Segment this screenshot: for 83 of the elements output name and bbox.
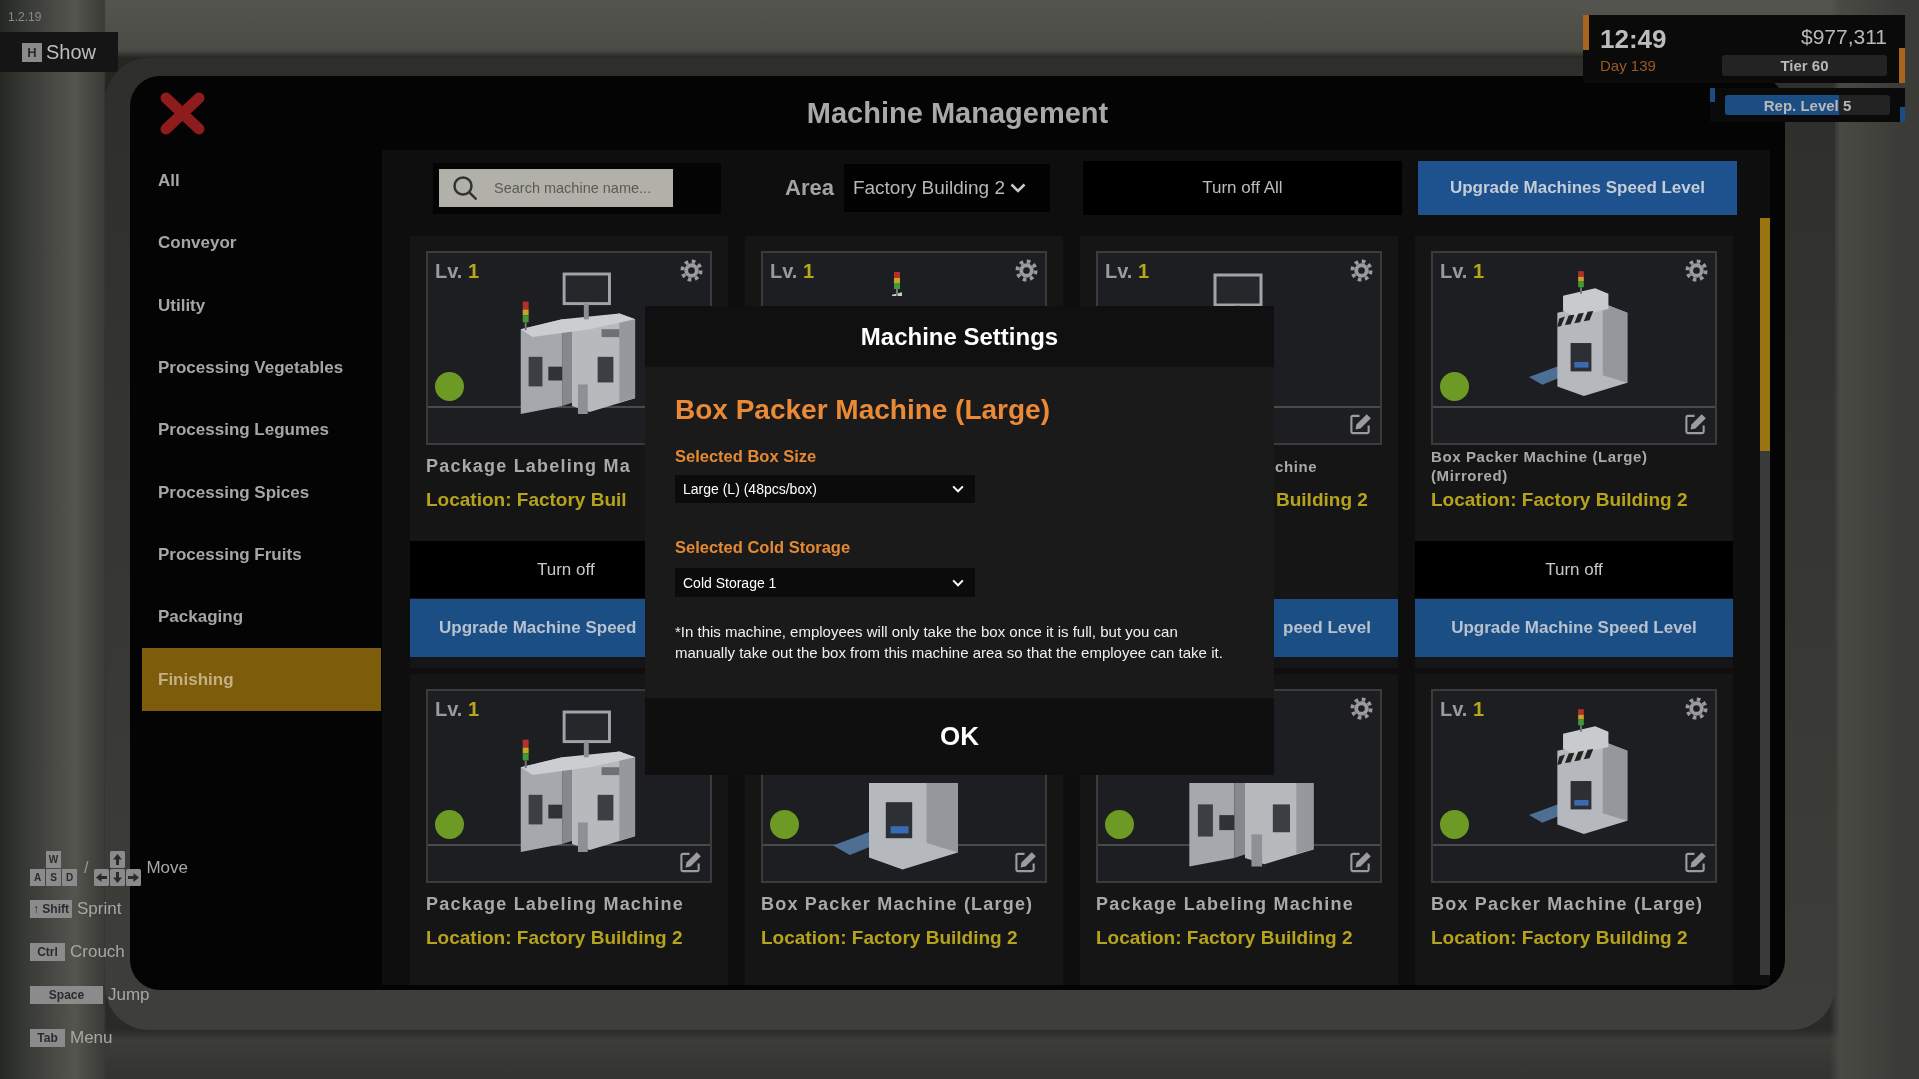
- level-label: Lv. 1: [1440, 698, 1485, 721]
- show-button[interactable]: H Show: [0, 32, 118, 72]
- ok-button[interactable]: OK: [645, 698, 1274, 775]
- gear-icon[interactable]: [680, 259, 703, 282]
- day-counter: Day 139: [1600, 57, 1657, 74]
- search-field[interactable]: Search machine name...: [439, 168, 673, 207]
- toolbar-button[interactable]: Turn off All: [1082, 161, 1402, 215]
- version-text: 1.2.19: [8, 10, 42, 24]
- level-label: Lv. 1: [770, 260, 815, 283]
- hint-label: Crouch: [70, 941, 125, 962]
- edit-icon[interactable]: [1349, 413, 1372, 436]
- upgrade-button[interactable]: peed Level: [1273, 599, 1398, 657]
- clock-time: 12:49: [1600, 24, 1667, 54]
- level-label: Lv. 1: [1105, 260, 1150, 283]
- area-dropdown[interactable]: Factory Building 2: [843, 164, 1050, 212]
- hud-accent-bar: [1583, 15, 1589, 50]
- sidebar-item[interactable]: All: [142, 150, 381, 213]
- note-text: *In this machine, employees will only take the box once it is full, but you can manually take out the box from this machine area so that the employee can take it.: [675, 622, 1224, 663]
- upgrade-button[interactable]: Upgrade Machine Speed: [410, 599, 645, 657]
- edit-icon[interactable]: [1349, 851, 1372, 874]
- chevron-down-icon: [952, 485, 964, 493]
- field-label: Selected Box Size: [675, 446, 818, 467]
- chevron-down-icon: [952, 578, 964, 587]
- hud-accent-bar: [1710, 88, 1715, 102]
- location-text: Location: Factory Building 2: [761, 927, 1018, 949]
- sidebar-item[interactable]: Processing Spices: [142, 461, 381, 524]
- money-amount: $977,311: [1800, 24, 1887, 50]
- upgrade-button[interactable]: Upgrade Machine Speed Level: [1415, 599, 1733, 657]
- level-label: Lv. 1: [435, 260, 480, 283]
- level-label: Lv. 1: [1440, 260, 1485, 283]
- chevron-down-icon: [1010, 183, 1026, 193]
- sidebar-item[interactable]: Processing Fruits: [142, 523, 381, 587]
- sidebar-item[interactable]: Packaging: [142, 586, 381, 649]
- machine-name: chine: [1275, 456, 1318, 476]
- location-text: Building 2: [1276, 489, 1368, 511]
- location-text: Location: Factory Building 2: [1431, 489, 1688, 511]
- sidebar-item[interactable]: Conveyor: [142, 212, 381, 275]
- location-text: Location: Factory Building 2: [1096, 927, 1353, 949]
- machine-name: Package Labeling Ma: [426, 455, 631, 477]
- machine-name: Package Labeling Machine: [1096, 893, 1354, 915]
- hud-accent-bar: [1900, 107, 1905, 122]
- gear-icon[interactable]: [1685, 697, 1708, 720]
- machine-name: Box Packer Machine (Large) (Mirrored): [1431, 447, 1649, 485]
- dialog-title: Machine Settings: [645, 306, 1274, 367]
- hint-label: Move: [146, 858, 189, 878]
- scrollbar-thumb[interactable]: [1760, 218, 1770, 451]
- machine-name: Package Labeling Machine: [426, 893, 684, 915]
- hud-accent-bar: [1899, 48, 1905, 83]
- sidebar-item[interactable]: Processing Vegetables: [142, 336, 381, 400]
- field-label: Selected Cold Storage: [675, 537, 852, 558]
- tier-badge: Tier 60: [1722, 55, 1887, 76]
- hint-label: Jump: [108, 984, 150, 1005]
- sidebar-item[interactable]: Processing Legumes: [142, 399, 381, 462]
- edit-icon[interactable]: [1684, 413, 1707, 436]
- monitor-drawing: [1211, 271, 1265, 307]
- location-text: Location: Factory Buil: [426, 489, 627, 511]
- gear-icon[interactable]: [1685, 259, 1708, 282]
- machine-name: Box Packer Machine (Large): [1431, 893, 1704, 915]
- sidebar-item[interactable]: Utility: [142, 274, 381, 337]
- search-icon: [453, 175, 477, 200]
- edit-icon[interactable]: [679, 851, 702, 874]
- gear-icon[interactable]: [1015, 259, 1038, 282]
- key-cap: H: [22, 42, 42, 62]
- gear-icon[interactable]: [1350, 259, 1373, 282]
- window-title: Machine Management: [806, 96, 1109, 130]
- machine-name: Box Packer Machine (Large): [761, 893, 1034, 915]
- reputation-label: Rep. Level 5: [1763, 96, 1852, 114]
- machine-title: Box Packer Machine (Large): [675, 393, 1052, 427]
- level-label: Lv. 1: [435, 698, 480, 721]
- location-text: Location: Factory Building 2: [426, 927, 683, 949]
- hint-label: Menu: [70, 1027, 113, 1048]
- gear-icon[interactable]: [1350, 697, 1373, 720]
- turn-off-button[interactable]: Turn off: [410, 541, 645, 598]
- edit-icon[interactable]: [1014, 851, 1037, 874]
- select-field[interactable]: Cold Storage 1: [675, 568, 975, 597]
- location-text: Location: Factory Building 2: [1431, 927, 1688, 949]
- edit-icon[interactable]: [1684, 851, 1707, 874]
- separator-text: /: [84, 859, 89, 877]
- turn-off-button[interactable]: Turn off: [1415, 541, 1733, 598]
- hint-label: Sprint: [77, 898, 122, 919]
- toolbar-button[interactable]: Upgrade Machines Speed Level: [1417, 161, 1737, 215]
- area-label: Area: [785, 175, 834, 201]
- select-field[interactable]: Large (L) (48pcs/box): [675, 475, 975, 503]
